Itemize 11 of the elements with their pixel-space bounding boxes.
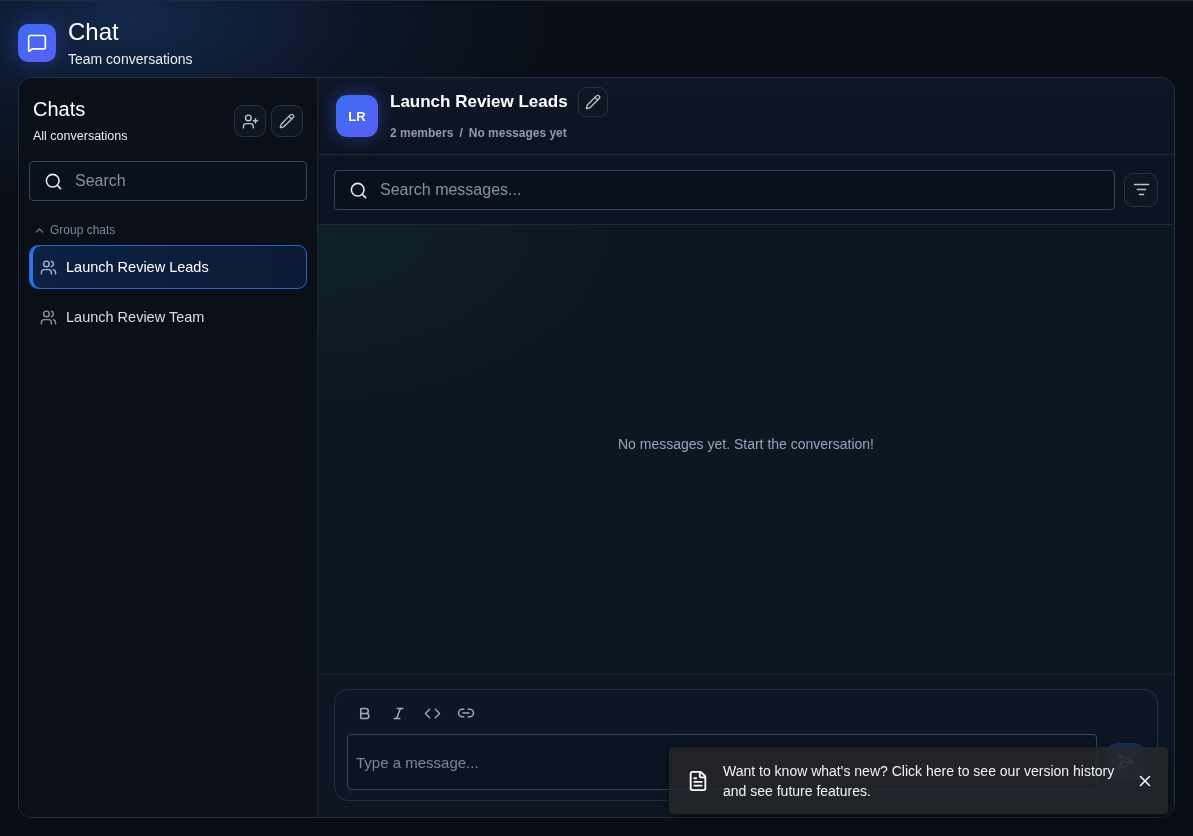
sidebar-title: Chats (33, 98, 87, 121)
member-count: 2 members (390, 125, 454, 140)
app-title: Chat (68, 19, 120, 45)
meta-separator: / (459, 125, 463, 140)
conversation-title: Launch Review Leads (390, 91, 568, 112)
sidebar-subtitle: All conversations (33, 129, 128, 143)
app-subtitle: Team conversations (68, 51, 193, 67)
group-avatar: LR (336, 95, 378, 137)
toast-message: Want to know what's new? Click here to see our version history and see future features. (723, 761, 1116, 801)
empty-state-text: No messages yet. Start the conversation! (618, 435, 874, 452)
conversation-status: No messages yet (468, 125, 567, 140)
